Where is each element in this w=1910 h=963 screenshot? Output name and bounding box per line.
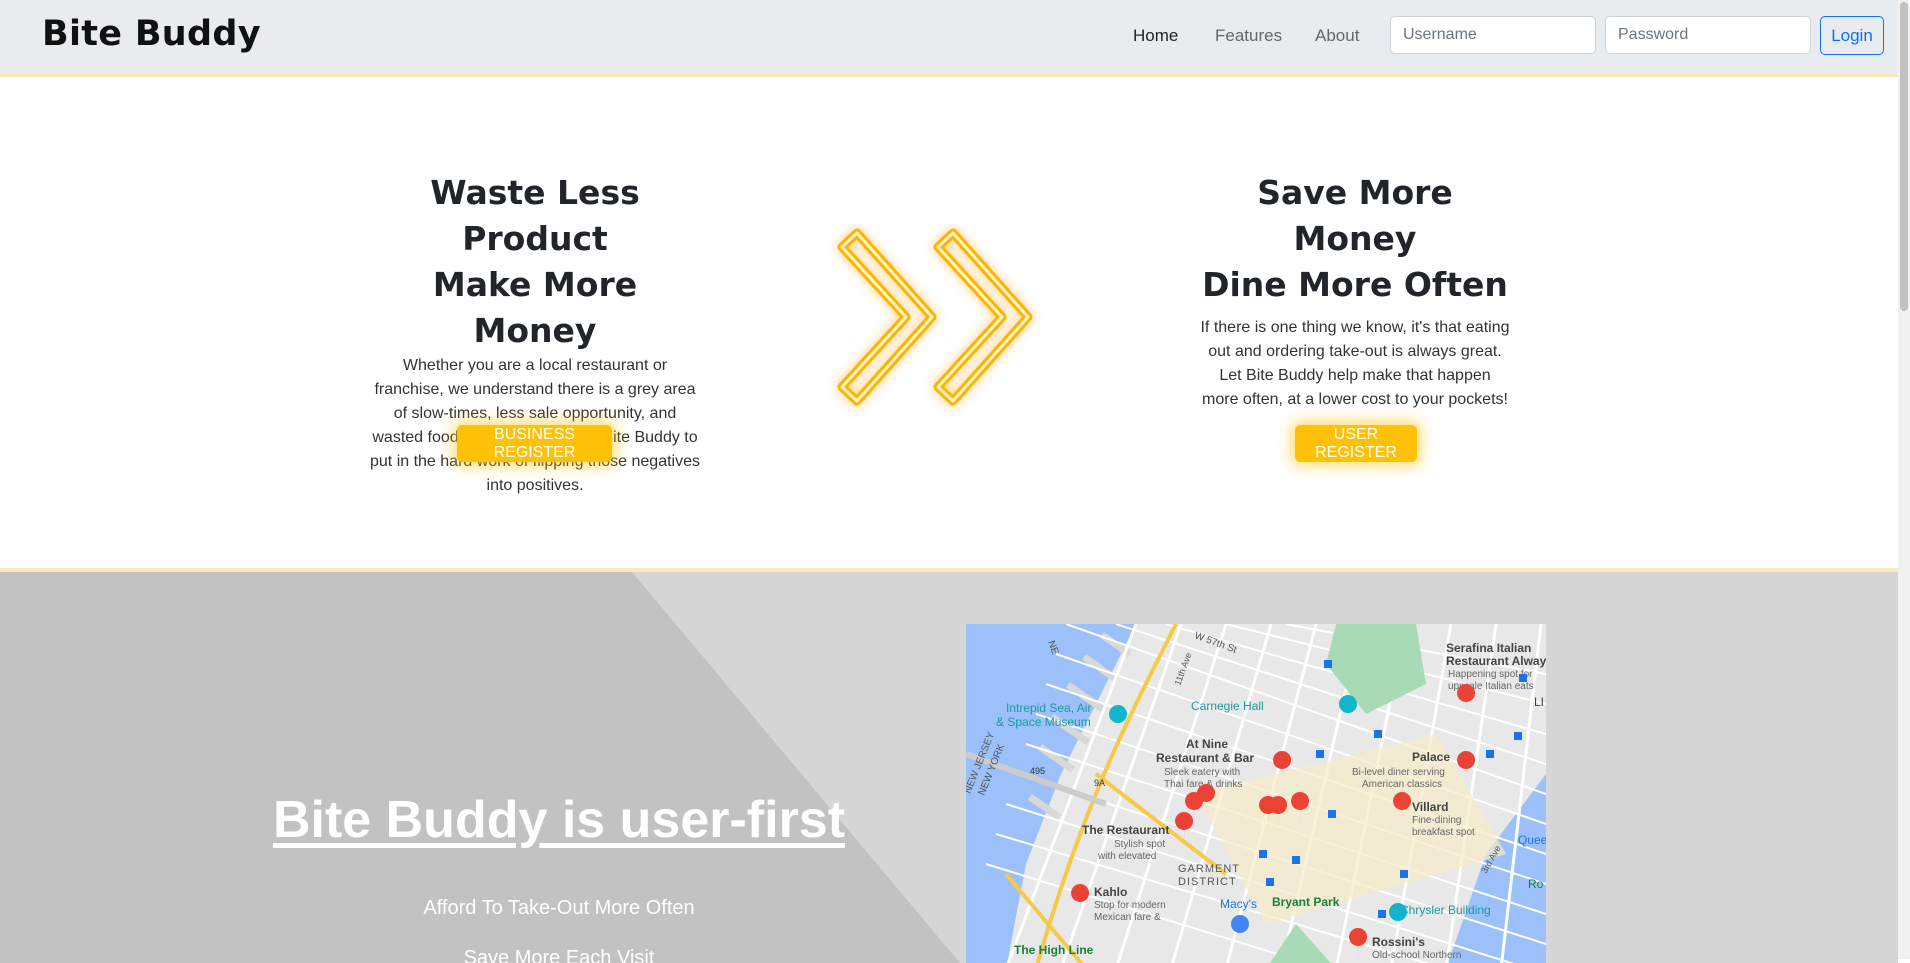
svg-text:Restaurant & Bar: Restaurant & Bar [1156,751,1254,765]
nav-link-features[interactable]: Features [1215,26,1282,46]
double-chevron-icon [820,225,1070,430]
svg-text:The High Line: The High Line [1014,943,1094,957]
hero-user-title-line2: Dine More Often [1202,265,1508,304]
svg-text:Villard: Villard [1412,800,1448,814]
svg-text:Bi-level diner serving: Bi-level diner serving [1352,767,1445,778]
svg-text:Fine-dining: Fine-dining [1412,815,1461,826]
svg-text:The Restaurant: The Restaurant [1082,823,1169,837]
map-label-carnegie: Carnegie Hall [1191,699,1264,713]
svg-text:495: 495 [1030,766,1045,776]
navbar: Bite Buddy Home Features About Login [0,0,1898,77]
page-scrollbar[interactable] [1898,0,1910,959]
svg-text:Chrysler Building: Chrysler Building [1400,903,1491,917]
svg-text:At Nine: At Nine [1186,737,1228,751]
svg-text:LI: LI [1534,695,1544,709]
svg-text:Rossini's: Rossini's [1372,935,1425,949]
svg-text:Queen: Queen [1518,833,1546,847]
hero-business-title-line2: Make More Money [432,265,638,350]
scrollbar-thumb[interactable] [1900,2,1908,311]
brand-logo[interactable]: Bite Buddy [42,14,261,54]
svg-text:GARMENT: GARMENT [1178,863,1240,875]
user-first-heading: Bite Buddy is user-first [272,791,846,849]
svg-text:breakfast spot: breakfast spot [1412,827,1475,838]
hero-business-title-line1: Waste Less Product [430,173,640,258]
svg-text:Macy's: Macy's [1220,897,1257,911]
svg-text:Serafina Italian: Serafina Italian [1446,641,1531,655]
nav-link-about[interactable]: About [1315,26,1359,46]
hero-user-column: Save More Money Dine More Often If there… [1200,170,1510,412]
business-register-button[interactable]: BUSINESS REGISTER [457,425,612,462]
login-button[interactable]: Login [1820,16,1884,55]
svg-text:Mexican fare &: Mexican fare & [1094,912,1161,923]
map-label-intrepid: Intrepid Sea, Air [1006,701,1091,715]
svg-text:Kahlo: Kahlo [1094,885,1127,899]
user-first-section: Bite Buddy is user-first Afford To Take-… [0,568,1898,963]
svg-text:Sleek eatery with: Sleek eatery with [1164,767,1240,778]
svg-text:9A: 9A [1094,778,1105,788]
user-first-line1: Afford To Take-Out More Often [423,897,695,919]
hero-user-title-line1: Save More Money [1257,173,1453,258]
svg-text:Stop for modern: Stop for modern [1094,900,1166,911]
restaurant-map[interactable]: Intrepid Sea, Air & Space Museum Carnegi… [966,624,1546,963]
svg-text:Ro: Ro [1528,877,1544,891]
password-input[interactable] [1605,16,1811,54]
user-first-line2: Save More Each Visit [463,947,655,963]
svg-text:Old-school Northern: Old-school Northern [1372,950,1461,961]
svg-text:DISTRICT: DISTRICT [1178,876,1237,888]
svg-text:with elevated: with elevated [1097,851,1156,862]
svg-text:American classics: American classics [1362,779,1442,790]
svg-text:Restaurant Always: Restaurant Always [1446,654,1546,668]
svg-text:& Space Museum: & Space Museum [996,715,1091,729]
nav-link-home[interactable]: Home [1133,26,1178,46]
username-input[interactable] [1390,16,1596,54]
user-register-button[interactable]: USER REGISTER [1295,425,1417,462]
svg-text:Stylish spot: Stylish spot [1114,839,1165,850]
svg-text:Palace: Palace [1412,750,1450,764]
svg-text:Bryant Park: Bryant Park [1272,895,1340,909]
hero-user-body: If there is one thing we know, it's that… [1200,319,1510,408]
